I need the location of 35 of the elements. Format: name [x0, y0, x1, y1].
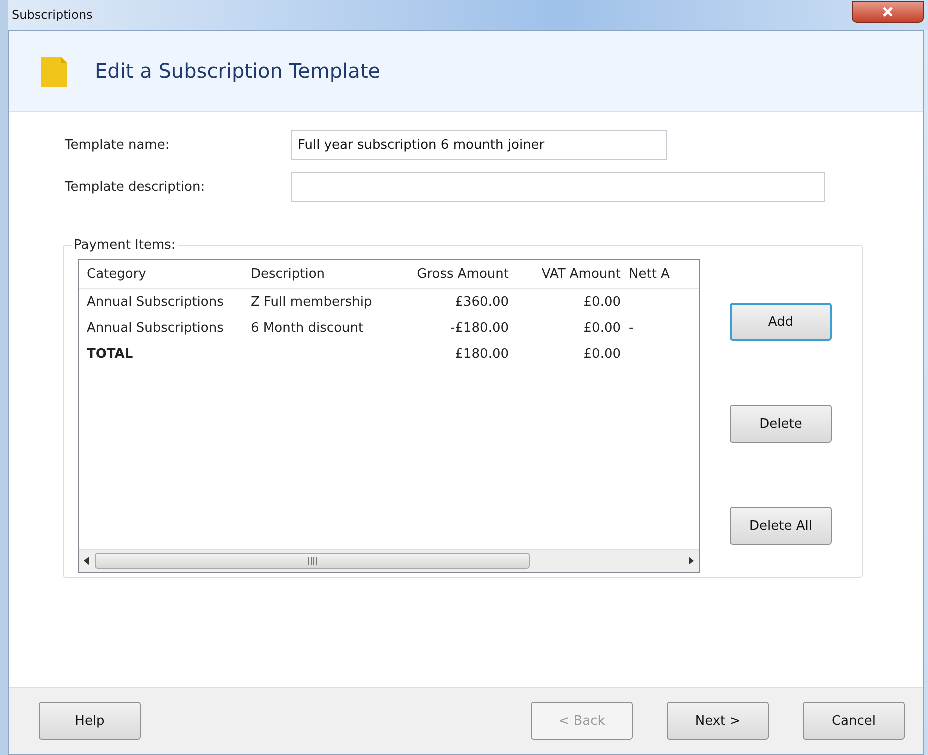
list-action-button[interactable]: Delete All	[730, 507, 832, 545]
field-label: Template name:	[65, 138, 171, 152]
table-cell-text: TOTAL	[86, 346, 134, 362]
field-label: Template description:	[65, 180, 206, 194]
column-header[interactable]: VAT Amount	[517, 266, 629, 282]
wizard-button[interactable]: Help	[39, 702, 141, 740]
table-cell-text: £180.00	[454, 346, 510, 362]
page-title: Edit a Subscription Template	[95, 59, 381, 83]
text-field[interactable]	[291, 172, 825, 202]
table-cell-text: £0.00	[582, 294, 622, 310]
table-cell-text: Annual Subscriptions	[86, 320, 225, 336]
group-label: Payment Items:	[73, 238, 177, 253]
text-field[interactable]: Full year subscription 6 mounth joiner	[291, 130, 667, 160]
column-header[interactable]: Nett A	[629, 266, 699, 282]
list-action-button[interactable]: Delete	[730, 405, 832, 443]
items-list[interactable]: Category Description Gross Amount VAT Amount Nett A Annual Subscriptions Z Full membership £360.00 £0.00 Annual Subscriptions 6 Month discount -£180.00 £0.00 - TOTAL £180.00 £0.00	[78, 259, 700, 573]
table-cell-text: 6 Month discount	[251, 320, 365, 336]
table-cell-text: £0.00	[582, 320, 622, 336]
horizontal-scrollbar[interactable]	[79, 549, 699, 572]
list-action-button[interactable]: Add	[730, 303, 832, 341]
table-cell-text: £360.00	[454, 294, 510, 310]
table-cell-text: Annual Subscriptions	[86, 294, 225, 310]
column-header[interactable]: Gross Amount	[401, 266, 517, 282]
close-button[interactable]	[852, 1, 924, 23]
window-title: Subscriptions	[12, 8, 93, 22]
wizard-button[interactable]: Next >	[667, 702, 769, 740]
table-cell-text: Z Full membership	[251, 294, 374, 310]
close-icon	[882, 6, 894, 18]
table-cell-text: -	[629, 320, 635, 336]
scroll-thumb[interactable]	[95, 553, 530, 569]
table-cell-text: £0.00	[582, 346, 622, 362]
wizard-button[interactable]: Cancel	[803, 702, 905, 740]
table-cell-text: -£180.00	[450, 320, 510, 336]
column-header[interactable]: Category	[79, 266, 251, 282]
column-header[interactable]: Description	[251, 266, 401, 282]
